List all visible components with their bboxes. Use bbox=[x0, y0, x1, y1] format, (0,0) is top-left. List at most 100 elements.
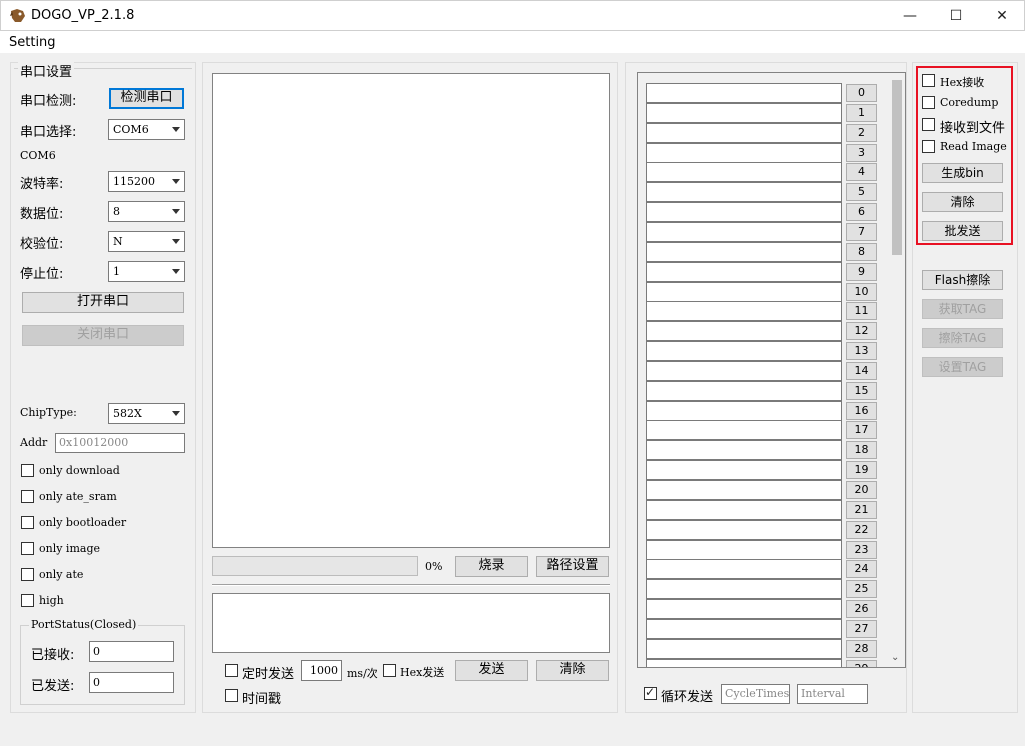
multi-send-row-button[interactable]: 25 bbox=[846, 580, 877, 599]
multi-send-row-input[interactable] bbox=[646, 460, 842, 481]
multi-send-row-button[interactable]: 14 bbox=[846, 361, 877, 380]
multi-send-row-input[interactable] bbox=[646, 539, 842, 560]
multi-send-row-input[interactable] bbox=[646, 638, 842, 659]
multi-send-row-button[interactable]: 24 bbox=[846, 560, 877, 579]
multi-send-row-button[interactable]: 22 bbox=[846, 520, 877, 539]
loop-send-checkbox[interactable] bbox=[644, 685, 657, 700]
multi-send-row-input[interactable] bbox=[646, 321, 842, 342]
addr-input[interactable]: 0x10012000 bbox=[55, 433, 185, 453]
coredump-checkbox[interactable] bbox=[922, 96, 935, 109]
multi-send-row-input[interactable] bbox=[646, 341, 842, 362]
close-button[interactable]: ✕ bbox=[979, 1, 1025, 31]
multi-send-row-button[interactable]: 8 bbox=[846, 242, 877, 261]
multi-send-row-button[interactable]: 21 bbox=[846, 500, 877, 519]
multi-send-row-button[interactable]: 29 bbox=[846, 659, 877, 667]
stopbits-select[interactable]: 1 bbox=[108, 261, 185, 282]
multi-send-row-input[interactable] bbox=[646, 599, 842, 620]
multi-send-row-button[interactable]: 13 bbox=[846, 342, 877, 361]
port-select[interactable]: COM6 bbox=[108, 119, 185, 140]
multi-send-row-button[interactable]: 9 bbox=[846, 262, 877, 281]
multi-send-row-input[interactable] bbox=[646, 420, 842, 441]
timestamp-checkbox[interactable] bbox=[225, 689, 238, 702]
multi-send-row-input[interactable] bbox=[646, 360, 842, 381]
multi-send-row-input[interactable] bbox=[646, 122, 842, 143]
high-checkbox[interactable] bbox=[21, 594, 34, 607]
multi-send-row-button[interactable]: 12 bbox=[846, 322, 877, 341]
timed-send-checkbox[interactable] bbox=[225, 664, 238, 677]
chip-type-select[interactable]: 582X bbox=[108, 403, 185, 424]
scrollbar-thumb[interactable] bbox=[892, 80, 902, 255]
multi-send-row-button[interactable]: 4 bbox=[846, 163, 877, 182]
multi-send-row-input[interactable] bbox=[646, 162, 842, 183]
burn-button[interactable]: 烧录 bbox=[455, 556, 528, 577]
path-settings-button[interactable]: 路径设置 bbox=[536, 556, 609, 577]
multi-send-row-input[interactable] bbox=[646, 83, 842, 103]
multi-send-row-button[interactable]: 18 bbox=[846, 441, 877, 460]
get-tag-button[interactable]: 获取TAG bbox=[922, 299, 1003, 319]
close-port-button[interactable]: 关闭串口 bbox=[22, 325, 184, 346]
multi-send-row-button[interactable]: 28 bbox=[846, 639, 877, 658]
multi-send-row-button[interactable]: 6 bbox=[846, 203, 877, 222]
interval-input[interactable]: 1000 bbox=[301, 660, 342, 681]
receive-to-file-checkbox[interactable] bbox=[922, 118, 935, 131]
multi-send-row-input[interactable] bbox=[646, 182, 842, 203]
multi-send-row-button[interactable]: 17 bbox=[846, 421, 877, 440]
multi-send-row-input[interactable] bbox=[646, 221, 842, 242]
send-textarea[interactable] bbox=[212, 593, 610, 653]
clear-send-button[interactable]: 清除 bbox=[536, 660, 609, 681]
multi-send-row-input[interactable] bbox=[646, 499, 842, 520]
read-image-checkbox[interactable] bbox=[922, 140, 935, 153]
set-tag-button[interactable]: 设置TAG bbox=[922, 357, 1003, 377]
flash-erase-button[interactable]: Flash擦除 bbox=[922, 270, 1003, 290]
multi-send-row-input[interactable] bbox=[646, 241, 842, 262]
baud-select[interactable]: 115200 bbox=[108, 171, 185, 192]
multi-send-row-button[interactable]: 27 bbox=[846, 619, 877, 638]
multi-send-row-input[interactable] bbox=[646, 281, 842, 302]
multi-send-row-input[interactable] bbox=[646, 380, 842, 401]
erase-tag-button[interactable]: 擦除TAG bbox=[922, 328, 1003, 348]
multi-send-row-button[interactable]: 10 bbox=[846, 282, 877, 301]
hex-send-checkbox[interactable] bbox=[383, 664, 396, 677]
multi-send-row-input[interactable] bbox=[646, 142, 842, 163]
detect-port-button[interactable]: 检测串口 bbox=[109, 88, 184, 109]
only-image-checkbox[interactable] bbox=[21, 542, 34, 555]
only-ate-sram-checkbox[interactable] bbox=[21, 490, 34, 503]
multi-send-row-input[interactable] bbox=[646, 261, 842, 282]
multi-send-row-button[interactable]: 23 bbox=[846, 540, 877, 559]
receive-textarea[interactable] bbox=[212, 73, 610, 548]
generate-bin-button[interactable]: 生成bin bbox=[922, 163, 1003, 183]
multi-send-row-input[interactable] bbox=[646, 559, 842, 580]
multi-send-row-button[interactable]: 26 bbox=[846, 600, 877, 619]
menu-setting[interactable]: Setting bbox=[9, 35, 56, 50]
multi-send-row-button[interactable]: 3 bbox=[846, 143, 877, 162]
multi-send-row-button[interactable]: 2 bbox=[846, 123, 877, 142]
multi-send-row-button[interactable]: 16 bbox=[846, 401, 877, 420]
multi-send-row-button[interactable]: 0 bbox=[846, 84, 877, 102]
send-button[interactable]: 发送 bbox=[455, 660, 528, 681]
open-port-button[interactable]: 打开串口 bbox=[22, 292, 184, 313]
multi-send-row-input[interactable] bbox=[646, 480, 842, 500]
interval-ms-input[interactable]: Interval bbox=[797, 684, 868, 704]
multi-send-row-input[interactable] bbox=[646, 440, 842, 461]
maximize-button[interactable]: ☐ bbox=[933, 1, 979, 31]
multi-send-row-input[interactable] bbox=[646, 519, 842, 540]
multi-send-row-input[interactable] bbox=[646, 301, 842, 322]
parity-select[interactable]: N bbox=[108, 231, 185, 252]
multi-send-row-button[interactable]: 5 bbox=[846, 183, 877, 202]
minimize-button[interactable]: — bbox=[887, 1, 933, 31]
only-bootloader-checkbox[interactable] bbox=[21, 516, 34, 529]
only-download-checkbox[interactable] bbox=[21, 464, 34, 477]
multi-send-row-input[interactable] bbox=[646, 618, 842, 639]
batch-send-button[interactable]: 批发送 bbox=[922, 221, 1003, 241]
multi-send-row-button[interactable]: 1 bbox=[846, 103, 877, 122]
multi-send-row-input[interactable] bbox=[646, 658, 842, 667]
only-ate-checkbox[interactable] bbox=[21, 568, 34, 581]
multi-send-row-button[interactable]: 7 bbox=[846, 222, 877, 241]
multi-send-row-button[interactable]: 19 bbox=[846, 461, 877, 480]
cycle-times-input[interactable]: CycleTimes bbox=[721, 684, 790, 704]
multi-send-row-button[interactable]: 20 bbox=[846, 481, 877, 499]
scrollbar[interactable]: ⌄ bbox=[888, 73, 905, 667]
multi-send-row-input[interactable] bbox=[646, 202, 842, 223]
multi-send-row-input[interactable] bbox=[646, 400, 842, 421]
multi-send-row-input[interactable] bbox=[646, 102, 842, 123]
